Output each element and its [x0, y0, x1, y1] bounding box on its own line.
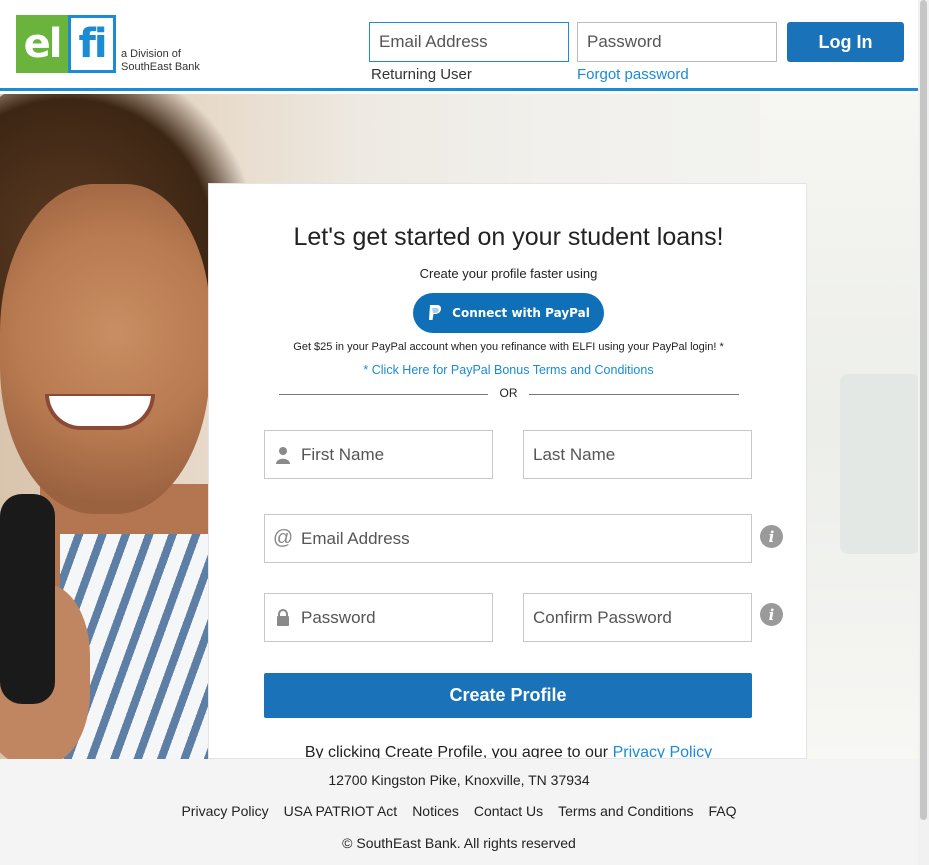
logo-subtitle-line2: SouthEast Bank [121, 61, 200, 73]
password-field[interactable]: Password [264, 593, 493, 642]
returning-user-label: Returning User [371, 66, 472, 83]
page-title: Let's get started on your student loans! [293, 223, 724, 251]
agreement-prefix: By clicking Create Profile, you agree to… [304, 744, 613, 759]
paypal-bonus-terms-link[interactable]: * Click Here for PayPal Bonus Terms and … [209, 363, 806, 377]
footer-link-contact-us[interactable]: Contact Us [474, 803, 543, 819]
or-divider-label: OR [499, 386, 518, 400]
create-profile-button[interactable]: Create Profile [264, 673, 752, 718]
footer-links: Privacy Policy USA PATRIOT Act Notices C… [0, 803, 918, 819]
logo-subtitle: a Division of SouthEast Bank [121, 48, 200, 74]
logo-subtitle-line1: a Division of [121, 48, 181, 60]
footer-link-notices[interactable]: Notices [412, 803, 459, 819]
header-email-input[interactable]: Email Address [369, 22, 569, 62]
hero-person-face [0, 184, 210, 514]
password-placeholder: Password [301, 607, 376, 627]
connect-paypal-label: Connect with PayPal [452, 306, 590, 320]
email-field[interactable]: @ Email Address [264, 514, 752, 563]
first-name-placeholder: First Name [301, 444, 385, 464]
confirm-password-placeholder: Confirm Password [533, 607, 672, 627]
footer-link-faq[interactable]: FAQ [709, 803, 737, 819]
first-name-field[interactable]: First Name [264, 430, 493, 479]
at-sign-icon: @ [272, 527, 294, 549]
last-name-placeholder: Last Name [533, 444, 616, 464]
hero-phone [0, 494, 55, 704]
footer-link-privacy-policy[interactable]: Privacy Policy [181, 803, 268, 819]
user-icon [274, 445, 292, 465]
login-button[interactable]: Log In [787, 22, 904, 62]
privacy-policy-link[interactable]: Privacy Policy [613, 744, 713, 758]
agreement-text: By clicking Create Profile, you agree to… [209, 744, 806, 759]
logo-el-block: el [16, 15, 68, 73]
email-info-icon[interactable]: i [760, 525, 783, 548]
confirm-password-field[interactable]: Confirm Password [523, 593, 752, 642]
scrollbar-thumb[interactable] [920, 0, 927, 820]
last-name-field[interactable]: Last Name [523, 430, 752, 479]
forgot-password-link[interactable]: Forgot password [577, 66, 689, 83]
elfi-logo[interactable]: el fi [16, 15, 116, 73]
footer-link-usa-patriot-act[interactable]: USA PATRIOT Act [284, 803, 398, 819]
or-divider-right [529, 394, 739, 395]
page-scrollbar[interactable] [918, 0, 929, 865]
lock-icon [274, 608, 292, 628]
password-info-icon[interactable]: i [760, 603, 783, 626]
logo-fi-block: fi [68, 15, 116, 73]
email-placeholder: Email Address [301, 528, 410, 548]
site-header: el fi a Division of SouthEast Bank Email… [0, 0, 918, 91]
hero-background-shape [840, 374, 918, 554]
connect-paypal-button[interactable]: Connect with PayPal [413, 293, 604, 333]
header-password-input[interactable]: Password [577, 22, 777, 62]
paypal-icon [427, 304, 443, 322]
footer-link-terms[interactable]: Terms and Conditions [558, 803, 693, 819]
footer-address: 12700 Kingston Pike, Knoxville, TN 37934 [328, 772, 590, 788]
site-footer: 12700 Kingston Pike, Knoxville, TN 37934… [0, 759, 918, 865]
paypal-bonus-text: Get $25 in your PayPal account when you … [293, 341, 724, 353]
paypal-intro-text: Create your profile faster using [419, 266, 598, 281]
or-divider-left [279, 394, 488, 395]
footer-copyright: © SouthEast Bank. All rights reserved [342, 835, 576, 851]
signup-card: Let's get started on your student loans!… [208, 183, 807, 759]
